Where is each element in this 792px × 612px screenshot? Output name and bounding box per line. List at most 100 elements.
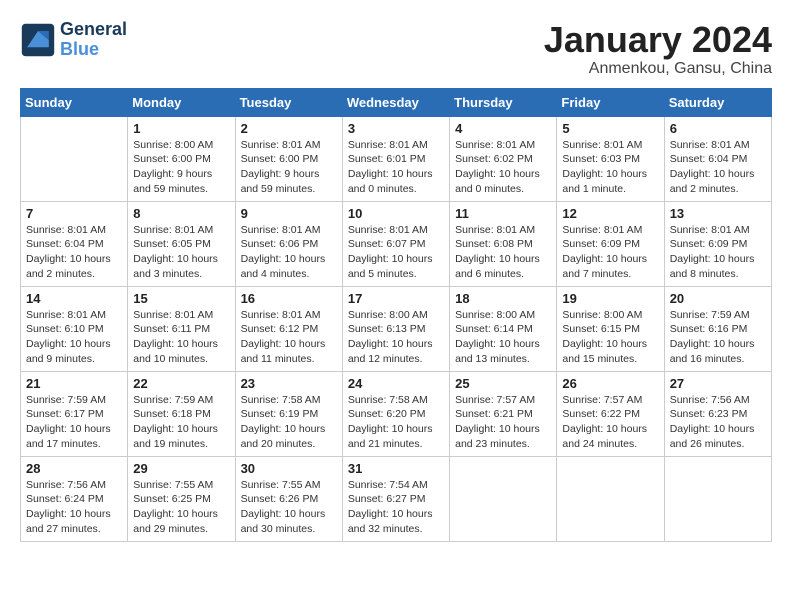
day-cell: 22 Sunrise: 7:59 AM Sunset: 6:18 PM Dayli… [128, 371, 235, 456]
day-cell: 21 Sunrise: 7:59 AM Sunset: 6:17 PM Dayli… [21, 371, 128, 456]
header-friday: Friday [557, 88, 664, 116]
day-info: Sunrise: 8:01 AM Sunset: 6:08 PM Dayligh… [455, 223, 551, 282]
day-info: Sunrise: 8:00 AM Sunset: 6:14 PM Dayligh… [455, 308, 551, 367]
day-number: 1 [133, 121, 229, 136]
day-number: 9 [241, 206, 337, 221]
day-cell [557, 456, 664, 541]
day-number: 30 [241, 461, 337, 476]
day-number: 11 [455, 206, 551, 221]
day-info: Sunrise: 8:00 AM Sunset: 6:13 PM Dayligh… [348, 308, 444, 367]
day-cell: 20Sunrise: 7:59 AM Sunset: 6:16 PM Dayli… [664, 286, 771, 371]
header-monday: Monday [128, 88, 235, 116]
day-number: 23 [241, 376, 337, 391]
day-cell: 7 Sunrise: 8:01 AM Sunset: 6:04 PM Daylig… [21, 201, 128, 286]
day-cell: 9Sunrise: 8:01 AM Sunset: 6:06 PM Daylig… [235, 201, 342, 286]
header-tuesday: Tuesday [235, 88, 342, 116]
day-cell: 10 Sunrise: 8:01 AM Sunset: 6:07 PM Dayli… [342, 201, 449, 286]
logo-text-line1: General [60, 20, 127, 40]
logo-icon [20, 22, 56, 58]
day-cell: 31 Sunrise: 7:54 AM Sunset: 6:27 PM Dayli… [342, 456, 449, 541]
day-info: Sunrise: 8:01 AM Sunset: 6:11 PM Dayligh… [133, 308, 229, 367]
day-number: 7 [26, 206, 122, 221]
day-cell: 5 Sunrise: 8:01 AM Sunset: 6:03 PM Daylig… [557, 116, 664, 201]
day-number: 22 [133, 376, 229, 391]
calendar-table: SundayMondayTuesdayWednesdayThursdayFrid… [20, 88, 772, 542]
day-number: 10 [348, 206, 444, 221]
day-info: Sunrise: 8:01 AM Sunset: 6:04 PM Dayligh… [670, 138, 766, 197]
day-number: 18 [455, 291, 551, 306]
day-number: 28 [26, 461, 122, 476]
calendar-body: 1 Sunrise: 8:00 AM Sunset: 6:00 PM Daylig… [21, 116, 772, 541]
day-info: Sunrise: 7:54 AM Sunset: 6:27 PM Dayligh… [348, 478, 444, 537]
day-cell: 13 Sunrise: 8:01 AM Sunset: 6:09 PM Dayli… [664, 201, 771, 286]
day-info: Sunrise: 8:00 AM Sunset: 6:00 PM Dayligh… [133, 138, 229, 197]
day-cell: 1 Sunrise: 8:00 AM Sunset: 6:00 PM Daylig… [128, 116, 235, 201]
day-cell [450, 456, 557, 541]
day-info: Sunrise: 7:59 AM Sunset: 6:17 PM Dayligh… [26, 393, 122, 452]
day-cell: 28 Sunrise: 7:56 AM Sunset: 6:24 PM Dayli… [21, 456, 128, 541]
day-info: Sunrise: 7:58 AM Sunset: 6:20 PM Dayligh… [348, 393, 444, 452]
day-number: 29 [133, 461, 229, 476]
day-cell: 16Sunrise: 8:01 AM Sunset: 6:12 PM Dayli… [235, 286, 342, 371]
day-info: Sunrise: 7:56 AM Sunset: 6:23 PM Dayligh… [670, 393, 766, 452]
day-info: Sunrise: 8:01 AM Sunset: 6:07 PM Dayligh… [348, 223, 444, 282]
day-info: Sunrise: 7:59 AM Sunset: 6:18 PM Dayligh… [133, 393, 229, 452]
day-info: Sunrise: 8:01 AM Sunset: 6:05 PM Dayligh… [133, 223, 229, 282]
day-number: 3 [348, 121, 444, 136]
day-number: 21 [26, 376, 122, 391]
week-row-5: 28 Sunrise: 7:56 AM Sunset: 6:24 PM Dayli… [21, 456, 772, 541]
day-number: 17 [348, 291, 444, 306]
day-number: 14 [26, 291, 122, 306]
day-cell: 11 Sunrise: 8:01 AM Sunset: 6:08 PM Dayli… [450, 201, 557, 286]
day-number: 24 [348, 376, 444, 391]
week-row-2: 7 Sunrise: 8:01 AM Sunset: 6:04 PM Daylig… [21, 201, 772, 286]
day-cell: 24 Sunrise: 7:58 AM Sunset: 6:20 PM Dayli… [342, 371, 449, 456]
day-number: 5 [562, 121, 658, 136]
calendar-header-row: SundayMondayTuesdayWednesdayThursdayFrid… [21, 88, 772, 116]
day-cell: 6 Sunrise: 8:01 AM Sunset: 6:04 PM Daylig… [664, 116, 771, 201]
day-number: 19 [562, 291, 658, 306]
day-info: Sunrise: 8:01 AM Sunset: 6:09 PM Dayligh… [670, 223, 766, 282]
day-cell: 3Sunrise: 8:01 AM Sunset: 6:01 PM Daylig… [342, 116, 449, 201]
day-cell: 26Sunrise: 7:57 AM Sunset: 6:22 PM Dayli… [557, 371, 664, 456]
day-number: 20 [670, 291, 766, 306]
day-number: 16 [241, 291, 337, 306]
day-number: 2 [241, 121, 337, 136]
day-info: Sunrise: 7:57 AM Sunset: 6:21 PM Dayligh… [455, 393, 551, 452]
day-cell: 2 Sunrise: 8:01 AM Sunset: 6:00 PM Daylig… [235, 116, 342, 201]
day-cell: 4Sunrise: 8:01 AM Sunset: 6:02 PM Daylig… [450, 116, 557, 201]
header-sunday: Sunday [21, 88, 128, 116]
day-cell: 12Sunrise: 8:01 AM Sunset: 6:09 PM Dayli… [557, 201, 664, 286]
day-info: Sunrise: 7:56 AM Sunset: 6:24 PM Dayligh… [26, 478, 122, 537]
day-info: Sunrise: 7:57 AM Sunset: 6:22 PM Dayligh… [562, 393, 658, 452]
day-cell: 30Sunrise: 7:55 AM Sunset: 6:26 PM Dayli… [235, 456, 342, 541]
day-info: Sunrise: 8:01 AM Sunset: 6:02 PM Dayligh… [455, 138, 551, 197]
day-info: Sunrise: 8:01 AM Sunset: 6:03 PM Dayligh… [562, 138, 658, 197]
page-header: General Blue January 2024 Anmenkou, Gans… [20, 20, 772, 78]
week-row-1: 1 Sunrise: 8:00 AM Sunset: 6:00 PM Daylig… [21, 116, 772, 201]
day-cell [21, 116, 128, 201]
day-number: 27 [670, 376, 766, 391]
day-cell: 29 Sunrise: 7:55 AM Sunset: 6:25 PM Dayli… [128, 456, 235, 541]
day-number: 31 [348, 461, 444, 476]
day-info: Sunrise: 7:55 AM Sunset: 6:25 PM Dayligh… [133, 478, 229, 537]
day-info: Sunrise: 8:00 AM Sunset: 6:15 PM Dayligh… [562, 308, 658, 367]
day-number: 6 [670, 121, 766, 136]
day-number: 25 [455, 376, 551, 391]
day-cell: 23 Sunrise: 7:58 AM Sunset: 6:19 PM Dayli… [235, 371, 342, 456]
calendar-subtitle: Anmenkou, Gansu, China [544, 60, 772, 78]
day-cell: 14 Sunrise: 8:01 AM Sunset: 6:10 PM Dayli… [21, 286, 128, 371]
day-number: 15 [133, 291, 229, 306]
logo: General Blue [20, 20, 127, 60]
day-number: 13 [670, 206, 766, 221]
day-info: Sunrise: 8:01 AM Sunset: 6:00 PM Dayligh… [241, 138, 337, 197]
day-number: 12 [562, 206, 658, 221]
title-block: January 2024 Anmenkou, Gansu, China [544, 20, 772, 78]
logo-text-line2: Blue [60, 40, 127, 60]
week-row-4: 21 Sunrise: 7:59 AM Sunset: 6:17 PM Dayli… [21, 371, 772, 456]
day-info: Sunrise: 8:01 AM Sunset: 6:04 PM Dayligh… [26, 223, 122, 282]
day-cell: 15 Sunrise: 8:01 AM Sunset: 6:11 PM Dayli… [128, 286, 235, 371]
day-info: Sunrise: 7:58 AM Sunset: 6:19 PM Dayligh… [241, 393, 337, 452]
day-cell [664, 456, 771, 541]
day-info: Sunrise: 8:01 AM Sunset: 6:10 PM Dayligh… [26, 308, 122, 367]
